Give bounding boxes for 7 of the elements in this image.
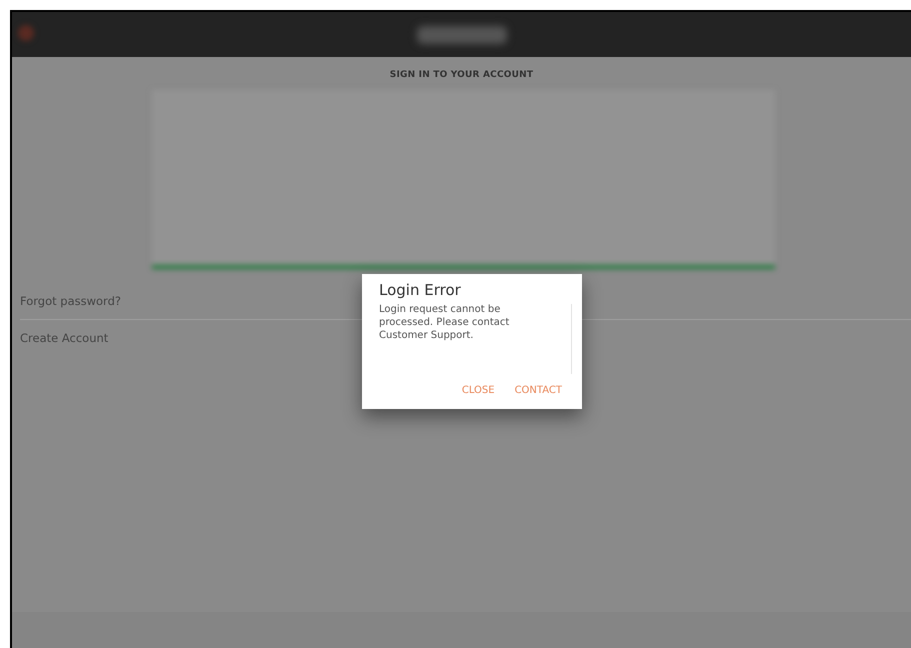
dialog-action-button[interactable]: CONTACT — [514, 385, 562, 396]
dialog-action-button[interactable]: CLOSE — [462, 385, 495, 396]
page-heading: SIGN IN TO YOUR ACCOUNT — [388, 70, 534, 80]
account-link[interactable]: Create Account — [12, 324, 116, 352]
dialog-message: Login request cannot be processed. Please contact Customer Support. — [379, 303, 510, 342]
account-link[interactable]: Forgot password? — [12, 287, 129, 315]
dialog-title: Login Error — [379, 281, 461, 299]
